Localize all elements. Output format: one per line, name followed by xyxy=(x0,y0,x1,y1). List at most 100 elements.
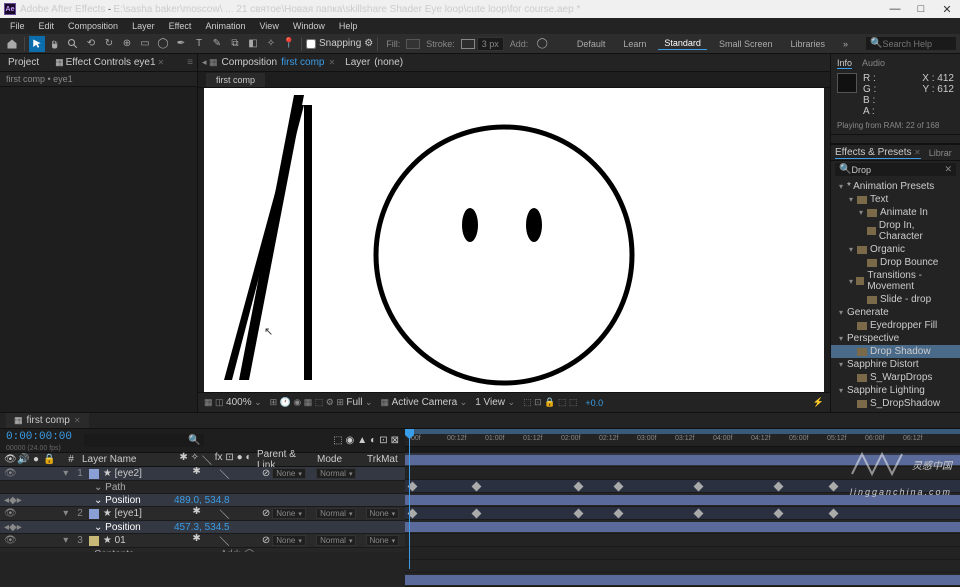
rect-tool[interactable]: ▭ xyxy=(137,36,153,52)
property-track[interactable] xyxy=(405,547,960,560)
maximize-button[interactable]: □ xyxy=(912,3,930,16)
tree-item[interactable]: S_WarpDrops xyxy=(831,371,960,384)
tl-opt-icon[interactable]: ⊡ xyxy=(379,435,387,446)
layer-search[interactable]: 🔍 xyxy=(84,434,204,447)
close-button[interactable]: ✕ xyxy=(938,3,956,16)
tab-audio[interactable]: Audio xyxy=(862,58,885,69)
home-icon[interactable] xyxy=(4,36,20,52)
current-timecode[interactable]: 0:00:00:00 xyxy=(0,429,78,445)
track-row[interactable] xyxy=(405,520,960,534)
preview-panel-collapsed[interactable] xyxy=(831,135,960,144)
tree-item[interactable]: ▾Generate xyxy=(831,306,960,319)
selection-tool[interactable] xyxy=(29,36,45,52)
menu-window[interactable]: Window xyxy=(287,20,331,32)
tree-item[interactable]: Eyedropper Fill xyxy=(831,319,960,332)
view-opts[interactable]: ⬚ ⊡ 🔒 ⬚ ⬚ xyxy=(523,397,577,408)
track-row[interactable] xyxy=(405,573,960,587)
brush-tool[interactable]: ✎ xyxy=(209,36,225,52)
orbit-tool[interactable]: ⟲ xyxy=(83,36,99,52)
tree-item[interactable]: Slide - drop xyxy=(831,293,960,306)
ws-more[interactable]: » xyxy=(837,38,854,50)
track-row[interactable] xyxy=(405,493,960,507)
menu-composition[interactable]: Composition xyxy=(62,20,124,32)
layer-row[interactable]: 👁▾1★ [eye2]✱＼⊘ NoneNormal xyxy=(0,467,405,481)
help-search-input[interactable] xyxy=(882,39,952,49)
fill-swatch[interactable] xyxy=(406,39,420,49)
menu-view[interactable]: View xyxy=(253,20,284,32)
ws-default[interactable]: Default xyxy=(571,38,612,50)
tl-opt-icon[interactable]: ⊠ xyxy=(391,435,399,446)
tab-libraries[interactable]: Librar xyxy=(929,148,952,158)
ws-learn[interactable]: Learn xyxy=(617,38,652,50)
clone-tool[interactable]: ⧉ xyxy=(227,36,243,52)
tree-item[interactable]: ▾Text xyxy=(831,193,960,206)
effects-search-input[interactable] xyxy=(851,165,941,175)
tree-item[interactable]: ▾* Animation Presets xyxy=(831,180,960,193)
ws-libraries[interactable]: Libraries xyxy=(784,38,831,50)
menu-effect[interactable]: Effect xyxy=(163,20,198,32)
ws-small[interactable]: Small Screen xyxy=(713,38,779,50)
tab-effects[interactable]: Effects & Presets ✕ xyxy=(835,147,921,159)
roto-tool[interactable]: ✧ xyxy=(263,36,279,52)
tl-opt-icon[interactable]: ⬚ xyxy=(333,435,342,446)
help-search[interactable]: 🔍 xyxy=(866,37,956,50)
property-track[interactable] xyxy=(405,560,960,573)
composition-viewer[interactable]: ↖ xyxy=(198,88,830,392)
layer-row[interactable]: 👁▾2★ [eye1]✱＼⊘ NoneNormalNone xyxy=(0,507,405,521)
hand-tool[interactable] xyxy=(47,36,63,52)
property-track[interactable] xyxy=(405,480,960,493)
property-track[interactable] xyxy=(405,507,960,520)
stroke-width[interactable]: 3 px xyxy=(477,37,504,51)
tree-item[interactable]: ▾Transitions - Movement xyxy=(831,269,960,293)
res-dropdown[interactable]: ⊞ 🕐 ◉ ▦ ⬚ ⚙ ⊞ Full ⌄ xyxy=(270,397,373,408)
menu-edit[interactable]: Edit xyxy=(33,20,61,32)
exposure[interactable]: +0.0 xyxy=(585,398,603,408)
tree-item[interactable]: Drop Shadow xyxy=(831,345,960,358)
track-row[interactable] xyxy=(405,453,960,467)
clear-search-icon[interactable]: ✕ xyxy=(944,164,952,175)
effects-search[interactable]: 🔍 ✕ xyxy=(835,163,956,176)
comp-breadcrumb[interactable]: first comp xyxy=(206,73,265,87)
menu-animation[interactable]: Animation xyxy=(199,20,251,32)
tab-effect-controls[interactable]: ▦ Effect Controls eye1 ✕ xyxy=(51,55,168,70)
stroke-swatch[interactable] xyxy=(461,39,475,49)
tab-info[interactable]: Info xyxy=(837,58,852,69)
layer-search-input[interactable] xyxy=(88,435,188,446)
tl-opt-icon[interactable]: ◉ xyxy=(346,435,355,446)
tab-composition[interactable]: ◂ ▦ Composition first comp ✕ xyxy=(202,57,335,68)
menu-layer[interactable]: Layer xyxy=(126,20,161,32)
menu-file[interactable]: File xyxy=(4,20,31,32)
tree-item[interactable]: ▾Sapphire Lighting xyxy=(831,384,960,397)
type-tool[interactable]: T xyxy=(191,36,207,52)
pen-tool[interactable]: ✒ xyxy=(173,36,189,52)
tree-item[interactable]: ▾Perspective xyxy=(831,332,960,345)
menu-help[interactable]: Help xyxy=(333,20,364,32)
tree-item[interactable]: ▾Sapphire Distort xyxy=(831,358,960,371)
zoom-tool[interactable] xyxy=(65,36,81,52)
tree-item[interactable]: S_DropShadow xyxy=(831,397,960,410)
ellipse-tool[interactable]: ◯ xyxy=(155,36,171,52)
views-dropdown[interactable]: 1 View ⌄ xyxy=(475,397,515,408)
fast-preview-icon[interactable]: ⚡ xyxy=(813,397,824,408)
tree-item[interactable]: Drop In, Character xyxy=(831,219,960,243)
property-row[interactable]: ContentsAdd: ◯ xyxy=(0,548,405,552)
property-track[interactable] xyxy=(405,534,960,547)
rotate-tool[interactable]: ↻ xyxy=(101,36,117,52)
minimize-button[interactable]: — xyxy=(886,3,904,16)
property-row[interactable]: ⌄ Path xyxy=(0,481,405,494)
effects-tree[interactable]: ▾* Animation Presets▾Text▾Animate InDrop… xyxy=(831,178,960,412)
anchor-tool[interactable]: ⊕ xyxy=(119,36,135,52)
playhead[interactable] xyxy=(409,429,410,569)
tree-item[interactable]: ▾Animate In xyxy=(831,206,960,219)
tab-layer[interactable]: Layer (none) xyxy=(345,57,403,68)
tl-opt-icon[interactable]: ▲ xyxy=(357,435,367,446)
add-menu[interactable]: ◯ xyxy=(534,36,550,52)
tree-item[interactable]: ▾Organic xyxy=(831,243,960,256)
tab-project[interactable]: Project xyxy=(4,55,43,70)
tree-item[interactable]: Drop Bounce xyxy=(831,256,960,269)
snapping-toggle[interactable]: Snapping ⚙ xyxy=(306,38,373,49)
eraser-tool[interactable]: ◧ xyxy=(245,36,261,52)
camera-dropdown[interactable]: ▦ Active Camera ⌄ xyxy=(381,397,468,408)
puppet-tool[interactable]: 📍 xyxy=(281,36,297,52)
property-track[interactable] xyxy=(405,467,960,480)
